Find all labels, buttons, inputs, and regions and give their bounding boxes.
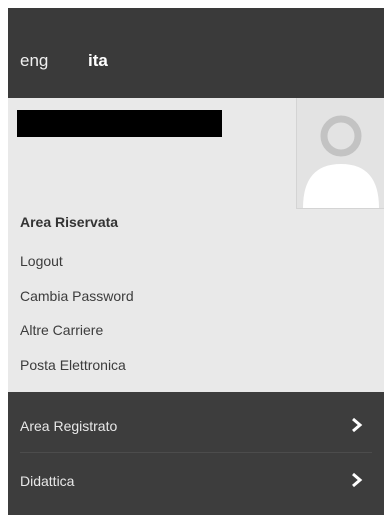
user-name-redacted [17,110,222,137]
menu-item-label: Didattica [20,473,75,489]
menu-item-area-registrato[interactable]: Area Registrato [8,400,384,450]
chevron-right-icon [352,417,363,433]
reserved-area-title: Area Riservata [20,214,119,230]
language-eng-link[interactable]: eng [20,51,48,71]
language-ita-link[interactable]: ita [88,51,108,71]
other-careers-link[interactable]: Altre Carriere [20,322,103,338]
change-password-link[interactable]: Cambia Password [20,288,134,304]
chevron-right-icon [352,472,363,488]
user-menu-panel: eng ita Area Riservata Logout Cambia Pas… [8,8,384,515]
user-avatar-placeholder-icon [303,115,379,208]
menu-divider [20,452,372,453]
email-link[interactable]: Posta Elettronica [20,357,126,373]
logout-link[interactable]: Logout [20,253,63,269]
avatar [296,98,384,209]
main-menu: Area Registrato Didattica [8,392,384,515]
menu-item-didattica[interactable]: Didattica [8,455,384,505]
language-bar: eng ita [8,8,384,98]
menu-item-label: Area Registrato [20,418,118,434]
